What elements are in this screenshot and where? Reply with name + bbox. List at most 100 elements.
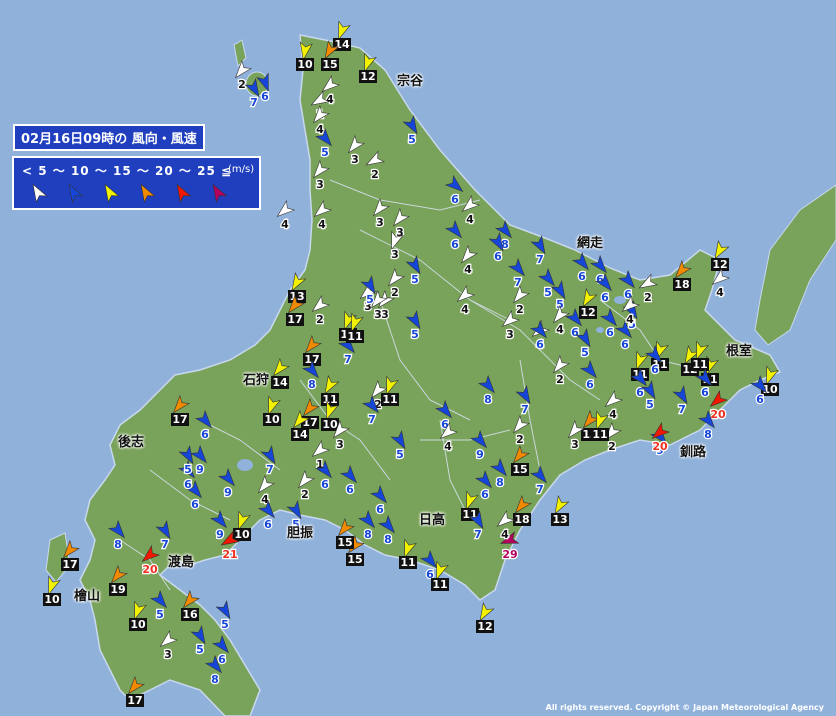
wind-speed-label: 2 xyxy=(644,291,652,304)
wind-speed-label: 13 xyxy=(289,290,304,303)
wind-speed-label: 15 xyxy=(337,536,352,549)
wind-speed-label: 5 xyxy=(411,273,419,286)
wind-speed-label: 3 xyxy=(374,308,382,321)
wind-speed-label: 6 xyxy=(264,518,272,531)
wind-speed-label: 6 xyxy=(756,393,764,406)
wind-speed-label: 8 xyxy=(364,528,372,541)
wind-speed-label: 15 xyxy=(512,463,527,476)
weather-map: 1415101226741453523464866334375237413172… xyxy=(0,0,836,716)
wind-speed-label: 11 xyxy=(592,428,607,441)
wind-speed-label: 5 xyxy=(321,146,329,159)
legend-arrow-5 xyxy=(176,183,192,204)
wind-speed-label: 6 xyxy=(481,488,489,501)
wind-speed-label: 5 xyxy=(581,346,589,359)
wind-speed-label: 4 xyxy=(281,218,289,231)
lake-shikotsu xyxy=(237,459,253,471)
legend-arrow-1 xyxy=(32,183,48,204)
wind-speed-label: 18 xyxy=(514,513,529,526)
region-label-hidaka: 日高 xyxy=(419,513,446,528)
wind-speed-label: 2 xyxy=(391,286,399,299)
wind-speed-label: 3 xyxy=(164,648,172,661)
wind-speed-label: 7 xyxy=(521,403,529,416)
legend-arrow-2 xyxy=(68,183,84,204)
wind-speed-label: 13 xyxy=(552,513,567,526)
wind-speed-label: 5 xyxy=(221,618,229,631)
wind-speed-label: 4 xyxy=(316,123,324,136)
wind-speed-label: 6 xyxy=(701,386,709,399)
wind-speed-label: 5 xyxy=(366,293,374,306)
wind-speed-label: 5 xyxy=(156,608,164,621)
wind-speed-label: 6 xyxy=(536,338,544,351)
wind-speed-label: 7 xyxy=(514,276,522,289)
wind-speed-label: 6 xyxy=(494,250,502,263)
region-label-shiribeshi: 後志 xyxy=(118,435,145,450)
region-label-soya: 宗谷 xyxy=(397,74,424,89)
region-label-hiyama: 檜山 xyxy=(74,589,101,604)
wind-speed-label: 5 xyxy=(408,133,416,146)
wind-speed-label: 2 xyxy=(301,488,309,501)
wind-speed-label: 17 xyxy=(127,694,142,707)
wind-speed-label: 16 xyxy=(182,608,198,621)
wind-speed-label: 6 xyxy=(261,90,269,103)
wind-speed-label: 5 xyxy=(396,448,404,461)
wind-speed-label: 11 xyxy=(432,578,447,591)
lake-akan xyxy=(596,327,604,333)
wind-speed-label: 8 xyxy=(496,476,504,489)
wind-speed-label: 3 xyxy=(351,153,359,166)
wind-speed-label: 11 xyxy=(382,393,397,406)
wind-speed-label: 6 xyxy=(376,503,384,516)
wind-speed-label: 6 xyxy=(321,478,329,491)
legend-unit: (m/s) xyxy=(228,164,255,175)
wind-speed-label: 10 xyxy=(322,418,338,431)
wind-speed-label: 12 xyxy=(360,70,375,83)
wind-speed-label: 20 xyxy=(710,408,726,421)
copyright-notice: All rights reserved. Copyright © Japan M… xyxy=(545,703,824,712)
wind-speed-label: 3 xyxy=(391,248,399,261)
wind-speed-label: 4 xyxy=(716,286,724,299)
wind-speed-label: 15 xyxy=(322,58,337,71)
wind-speed-label: 19 xyxy=(110,583,125,596)
wind-speed-label: 17 xyxy=(62,558,77,571)
wind-speed-label: 17 xyxy=(172,413,187,426)
wind-speed-label: 6 xyxy=(578,270,586,283)
wind-speed-label: 6 xyxy=(571,326,579,339)
wind-speed-label: 4 xyxy=(464,263,472,276)
wind-speed-label: 4 xyxy=(626,313,634,326)
wind-speed-label: 4 xyxy=(444,440,452,453)
wind-speed-label: 21 xyxy=(222,548,237,561)
wind-speed-label: 7 xyxy=(678,403,686,416)
wind-speed-label: 4 xyxy=(466,213,474,226)
wind-speed-label: 14 xyxy=(272,376,288,389)
wind-speed-label: 7 xyxy=(161,538,169,551)
wind-speed-label: 6 xyxy=(601,291,609,304)
wind-speed-label: 2 xyxy=(516,303,524,316)
wind-speed-label: 8 xyxy=(114,538,122,551)
wind-speed-label: 8 xyxy=(484,393,492,406)
wind-speed-label: 6 xyxy=(606,326,614,339)
wind-speed-label: 15 xyxy=(347,553,362,566)
legend-arrow-4 xyxy=(140,183,156,204)
wind-speed-label: 3 xyxy=(336,438,344,451)
wind-speed-label: 6 xyxy=(621,338,629,351)
wind-speed-label: 4 xyxy=(326,93,334,106)
wind-speed-label: 17 xyxy=(287,313,302,326)
wind-speed-label: 7 xyxy=(474,528,482,541)
wind-speed-label: 8 xyxy=(308,378,316,391)
wind-speed-label: 7 xyxy=(344,353,352,366)
wind-speed-label: 2 xyxy=(556,373,564,386)
wind-speed-label: 10 xyxy=(264,413,280,426)
wind-speed-label: 18 xyxy=(674,278,689,291)
wind-speed-label: 6 xyxy=(218,653,226,666)
wind-speed-label: 6 xyxy=(184,478,192,491)
legend-arrow-3 xyxy=(104,183,120,204)
hokkaido-map: 1415101226741453523464866334375237413172… xyxy=(0,0,836,716)
wind-speed-label: 2 xyxy=(238,78,246,91)
wind-speed-label: 4 xyxy=(501,528,509,541)
wind-speed-label: 6 xyxy=(651,363,659,376)
wind-speed-label: 8 xyxy=(704,428,712,441)
wind-speed-label: 4 xyxy=(318,218,326,231)
region-label-iburi: 胆振 xyxy=(287,526,314,541)
wind-speed-label: 3 xyxy=(571,438,579,451)
wind-speed-label: 14 xyxy=(334,38,350,51)
wind-speed-label: 11 xyxy=(400,556,415,569)
